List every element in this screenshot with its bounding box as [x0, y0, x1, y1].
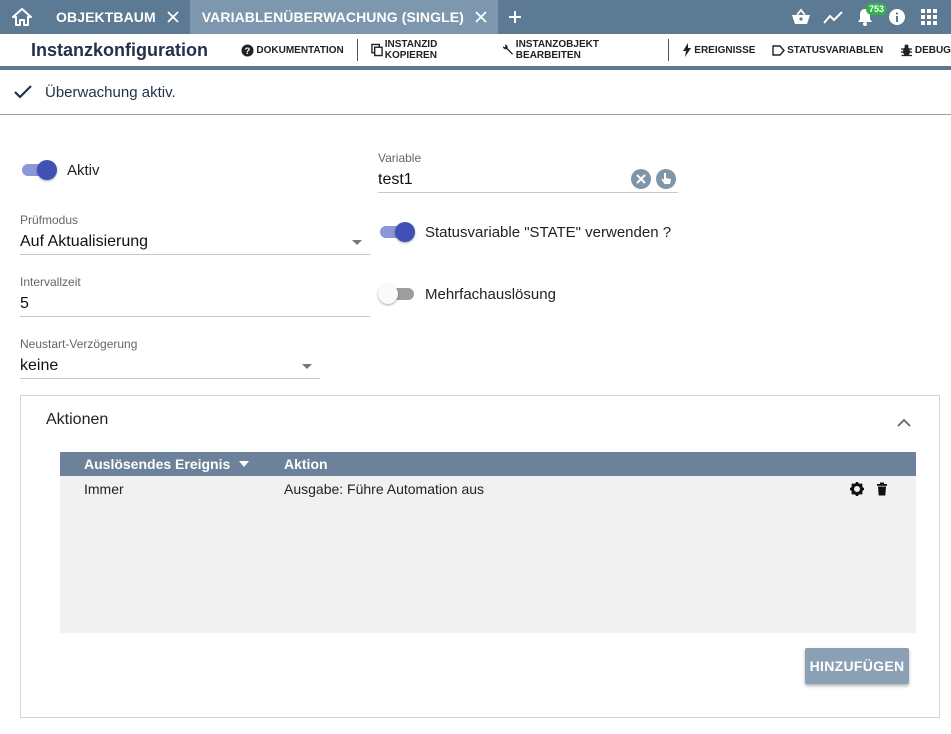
copy-icon [370, 43, 383, 57]
status-variables-label: STATUSVARIABLEN [787, 44, 884, 56]
toggle-knob [37, 160, 57, 180]
check-mode-value: Auf Aktualisierung [20, 233, 149, 250]
toolbar-actions: ? DOKUMENTATION INSTANZID KOPIEREN INSTA… [241, 34, 951, 66]
debug-label: DEBUG [914, 44, 951, 56]
close-icon[interactable] [166, 10, 180, 24]
top-icon-group: 753 [785, 0, 951, 34]
help-icon: ? [241, 43, 254, 57]
gear-icon[interactable] [850, 482, 864, 496]
use-state-toggle[interactable] [378, 220, 416, 244]
copy-instance-id-button[interactable]: INSTANZID KOPIEREN [370, 34, 484, 66]
plus-icon [508, 11, 521, 23]
documentation-button[interactable]: ? DOKUMENTATION [241, 34, 344, 66]
actions-table: Auslösendes Ereignis Aktion Immer Ausgab… [60, 452, 916, 633]
statistics-button[interactable] [817, 0, 849, 34]
active-toggle[interactable] [20, 158, 58, 182]
lightning-icon [683, 43, 692, 57]
pointer-hand-icon [661, 173, 671, 184]
select-variable-button[interactable] [656, 169, 676, 189]
collapse-chevron-icon[interactable] [897, 414, 911, 432]
dropdown-caret-icon [352, 240, 362, 245]
tab-variablenueberwachung[interactable]: VARIABLENÜBERWACHUNG (SINGLE) [189, 0, 498, 34]
instance-toolbar: Instanzkonfiguration ? DOKUMENTATION INS… [0, 34, 951, 70]
events-button[interactable]: EREIGNISSE [682, 34, 755, 66]
interval-value: 5 [20, 295, 29, 312]
apps-button[interactable] [913, 0, 945, 34]
clear-variable-button[interactable] [631, 169, 651, 189]
interval-label: Intervallzeit [20, 275, 81, 289]
bug-icon [900, 44, 912, 56]
tab-label: VARIABLENÜBERWACHUNG (SINGLE) [201, 9, 464, 25]
edit-instance-object-button[interactable]: INSTANZOBJEKT BEARBEITEN [501, 34, 656, 66]
restart-delay-label: Neustart-Verzögerung [20, 337, 138, 351]
check-mode-select[interactable]: Prüfmodus Auf Aktualisierung [20, 213, 370, 255]
actions-title: Aktionen [46, 411, 109, 428]
documentation-label: DOKUMENTATION [256, 44, 344, 56]
tab-objektbaum[interactable]: OBJEKTBAUM [44, 0, 190, 34]
add-tab-button[interactable] [498, 0, 532, 34]
wrench-icon [502, 44, 513, 55]
notifications-button[interactable]: 753 [849, 0, 888, 34]
trash-icon[interactable] [876, 482, 888, 496]
row-event: Immer [84, 481, 124, 497]
column-header-event[interactable]: Auslösendes Ereignis [60, 456, 284, 472]
multi-trigger-toggle[interactable] [378, 282, 416, 306]
row-actions [838, 482, 888, 496]
status-bar: Überwachung aktiv. [0, 70, 951, 115]
events-label: EREIGNISSE [694, 44, 756, 56]
active-label: Aktiv [67, 162, 100, 179]
use-state-label: Statusvariable "STATE" verwenden ? [425, 224, 672, 241]
edit-instance-object-label: INSTANZOBJEKT BEARBEITEN [515, 39, 599, 61]
multi-trigger-label: Mehrfachauslösung [425, 286, 556, 303]
debug-button[interactable]: DEBUG [900, 34, 951, 66]
line-chart-icon [823, 11, 843, 24]
close-icon[interactable] [474, 10, 488, 24]
toolbar-divider [668, 39, 670, 61]
home-icon [12, 8, 32, 26]
restart-delay-select[interactable]: Neustart-Verzögerung keine [20, 337, 320, 379]
home-button[interactable] [0, 0, 44, 34]
check-mode-label: Prüfmodus [20, 213, 79, 227]
svg-text:?: ? [245, 45, 251, 55]
status-text: Überwachung aktiv. [45, 83, 176, 101]
toggle-knob [395, 222, 415, 242]
copy-instance-id-label: INSTANZID KOPIEREN [384, 39, 438, 61]
actions-panel: Aktionen Auslösendes Ereignis Aktion Imm… [20, 395, 940, 718]
toolbar-divider [356, 39, 358, 61]
check-icon [13, 84, 33, 100]
clear-icon [636, 174, 646, 184]
table-header: Auslösendes Ereignis Aktion [60, 452, 916, 476]
sort-down-icon [239, 461, 250, 467]
interval-input[interactable]: Intervallzeit 5 [20, 275, 370, 317]
dropdown-caret-icon [302, 364, 312, 369]
grid-icon [921, 9, 937, 25]
info-icon [889, 9, 905, 25]
toggle-knob [378, 284, 398, 304]
table-row[interactable]: Immer Ausgabe: Führe Automation aus [60, 476, 916, 502]
top-tab-bar: OBJEKTBAUM VARIABLENÜBERWACHUNG (SINGLE)… [0, 0, 951, 34]
tab-label: OBJEKTBAUM [56, 9, 156, 25]
variable-label: Variable [378, 151, 422, 165]
basket-button[interactable] [785, 0, 817, 34]
column-header-label: Auslösendes Ereignis [84, 456, 231, 472]
column-header-action[interactable]: Aktion [284, 456, 328, 472]
basket-icon [792, 8, 810, 24]
label-icon [772, 44, 786, 56]
info-button[interactable] [881, 0, 913, 34]
status-variables-button[interactable]: STATUSVARIABLEN [772, 34, 883, 66]
row-action: Ausgabe: Führe Automation aus [284, 481, 485, 497]
page-title: Instanzkonfiguration [31, 39, 208, 60]
variable-value: test1 [378, 171, 413, 188]
restart-delay-value: keine [20, 357, 59, 374]
add-action-button[interactable]: HINZUFÜGEN [805, 648, 909, 684]
